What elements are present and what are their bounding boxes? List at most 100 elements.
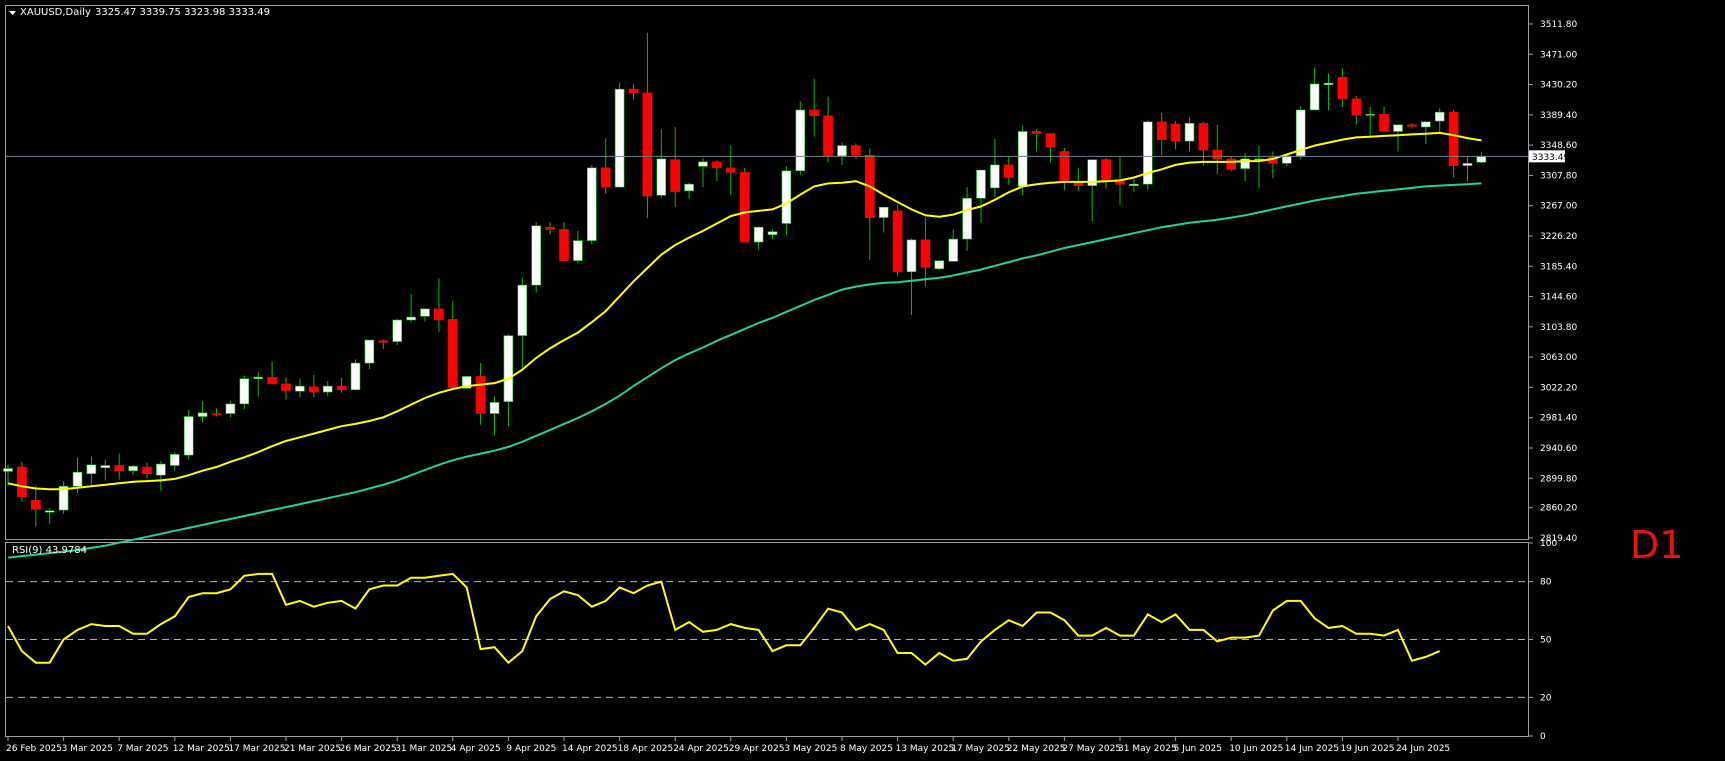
candle-bear — [267, 376, 277, 385]
candle-bull — [1393, 124, 1403, 132]
chart-window[interactable]: 3333.49 2819.40 2860.20 2899.80 2940.60 2981… — [0, 0, 1725, 757]
candle-bear — [211, 413, 222, 415]
candle-bear — [17, 466, 27, 497]
candle-bull — [1421, 121, 1431, 128]
candle-bear — [920, 239, 931, 268]
candle-bull — [44, 510, 55, 513]
time-tick-label: 27 May 2025 — [1062, 744, 1121, 754]
candle-bull — [350, 362, 361, 391]
rsi-title: RSI(9) 43.9784 — [12, 545, 87, 556]
candle-bear — [1156, 121, 1167, 140]
candle-bear — [725, 167, 736, 173]
candle-bear — [1212, 149, 1223, 160]
time-tick-label: 12 Mar 2025 — [173, 744, 230, 754]
candle-bear — [1115, 180, 1125, 185]
candle-bear — [30, 500, 41, 510]
rsi-tick-label: 0 — [1540, 732, 1546, 742]
rsi-tick-label: 20 — [1540, 693, 1552, 703]
candle-bear — [892, 210, 903, 273]
candle-bear — [642, 92, 653, 197]
time-tick-label: 31 Mar 2025 — [395, 744, 452, 754]
candle-bear — [434, 308, 444, 321]
price-tick-label: 3430.20 — [1540, 81, 1577, 91]
time-tick-label: 13 May 2025 — [896, 744, 955, 754]
price-tick-label: 3185.40 — [1540, 262, 1577, 272]
candle-bull — [295, 385, 305, 392]
price-tick-label: 3022.20 — [1540, 383, 1577, 393]
candle-bull — [128, 465, 138, 472]
candle-bear — [670, 159, 681, 192]
time-tick-label: 26 Feb 2025 — [6, 744, 62, 754]
candle-bear — [1101, 159, 1111, 181]
chart-canvas[interactable]: 3333.49 2819.402860.202899.802940.602981… — [0, 0, 1725, 757]
candle-bear — [1351, 98, 1362, 116]
candle-bull — [406, 316, 416, 321]
time-tick-label: 8 May 2025 — [840, 744, 893, 754]
time-tick-label: 22 May 2025 — [1007, 744, 1066, 754]
candle-bear — [447, 318, 458, 388]
candle-bear — [600, 167, 611, 188]
candle-bear — [851, 145, 861, 156]
candle-bull — [767, 231, 778, 235]
candle-bull — [3, 468, 13, 472]
candle-bull — [86, 464, 97, 474]
candle-bear — [475, 376, 486, 414]
price-tick-label: 3307.80 — [1540, 171, 1577, 181]
time-tick-label: 26 Mar 2025 — [340, 744, 397, 754]
candle-bull — [183, 416, 194, 456]
candle-bull — [1017, 131, 1028, 187]
candle-bull — [976, 169, 986, 199]
candle-bear — [142, 466, 152, 474]
price-tick-label: 3471.00 — [1540, 50, 1577, 60]
candle-bear — [1170, 123, 1181, 142]
time-tick-label: 10 Jun 2025 — [1229, 744, 1283, 754]
candle-bull — [72, 471, 83, 487]
candle-bull — [100, 465, 111, 469]
candle-bull — [1309, 83, 1320, 111]
time-tick-label: 14 Apr 2025 — [562, 744, 618, 754]
candle-bull — [322, 385, 333, 393]
candle-bull — [1282, 155, 1292, 164]
candle-bear — [378, 340, 389, 343]
rsi-tick-label: 50 — [1540, 636, 1552, 646]
time-tick-label: 3 Mar 2025 — [62, 744, 113, 754]
time-tick-label: 14 Jun 2025 — [1285, 744, 1339, 754]
candle-bear — [809, 109, 820, 117]
candle-bear — [1198, 122, 1209, 151]
candle-bear — [712, 161, 722, 169]
price-tick-label: 2981.40 — [1540, 414, 1577, 424]
candle-bull — [684, 183, 694, 192]
candle-bull — [239, 378, 250, 405]
candle-bull — [170, 454, 180, 466]
chart-title: XAUUSD,Daily — [20, 7, 91, 18]
candle-bull — [1184, 122, 1195, 142]
candle-bull — [656, 158, 667, 196]
candle-bear — [1379, 114, 1389, 132]
candle-bear — [1337, 76, 1348, 100]
time-tick-label: 31 May 2025 — [1118, 744, 1177, 754]
price-tick-label: 3226.20 — [1540, 232, 1577, 242]
candle-bull — [586, 167, 597, 241]
candle-bull — [781, 170, 792, 224]
candle-bull — [753, 226, 764, 243]
candle-bull — [934, 260, 945, 270]
candle-bear — [1448, 111, 1459, 166]
candle-bear — [1226, 158, 1236, 170]
candle-bear — [628, 88, 639, 94]
candle-bear — [545, 226, 555, 230]
candle-bull — [1434, 111, 1445, 122]
time-tick-label: 17 May 2025 — [951, 744, 1010, 754]
candle-bull — [364, 339, 375, 364]
candle-bull — [614, 88, 625, 188]
candle-bull — [1365, 114, 1375, 116]
candle-bull — [531, 225, 542, 286]
price-tick-label: 2899.80 — [1540, 474, 1577, 484]
price-tick-label: 3348.60 — [1540, 141, 1577, 151]
time-tick-label: 29 Apr 2025 — [729, 744, 785, 754]
candle-bull — [503, 335, 514, 402]
candle-bear — [336, 385, 347, 391]
candle-bull — [489, 402, 500, 414]
candle-bull — [392, 319, 403, 342]
candle-bull — [156, 463, 166, 476]
time-tick-label: 3 May 2025 — [784, 744, 837, 754]
